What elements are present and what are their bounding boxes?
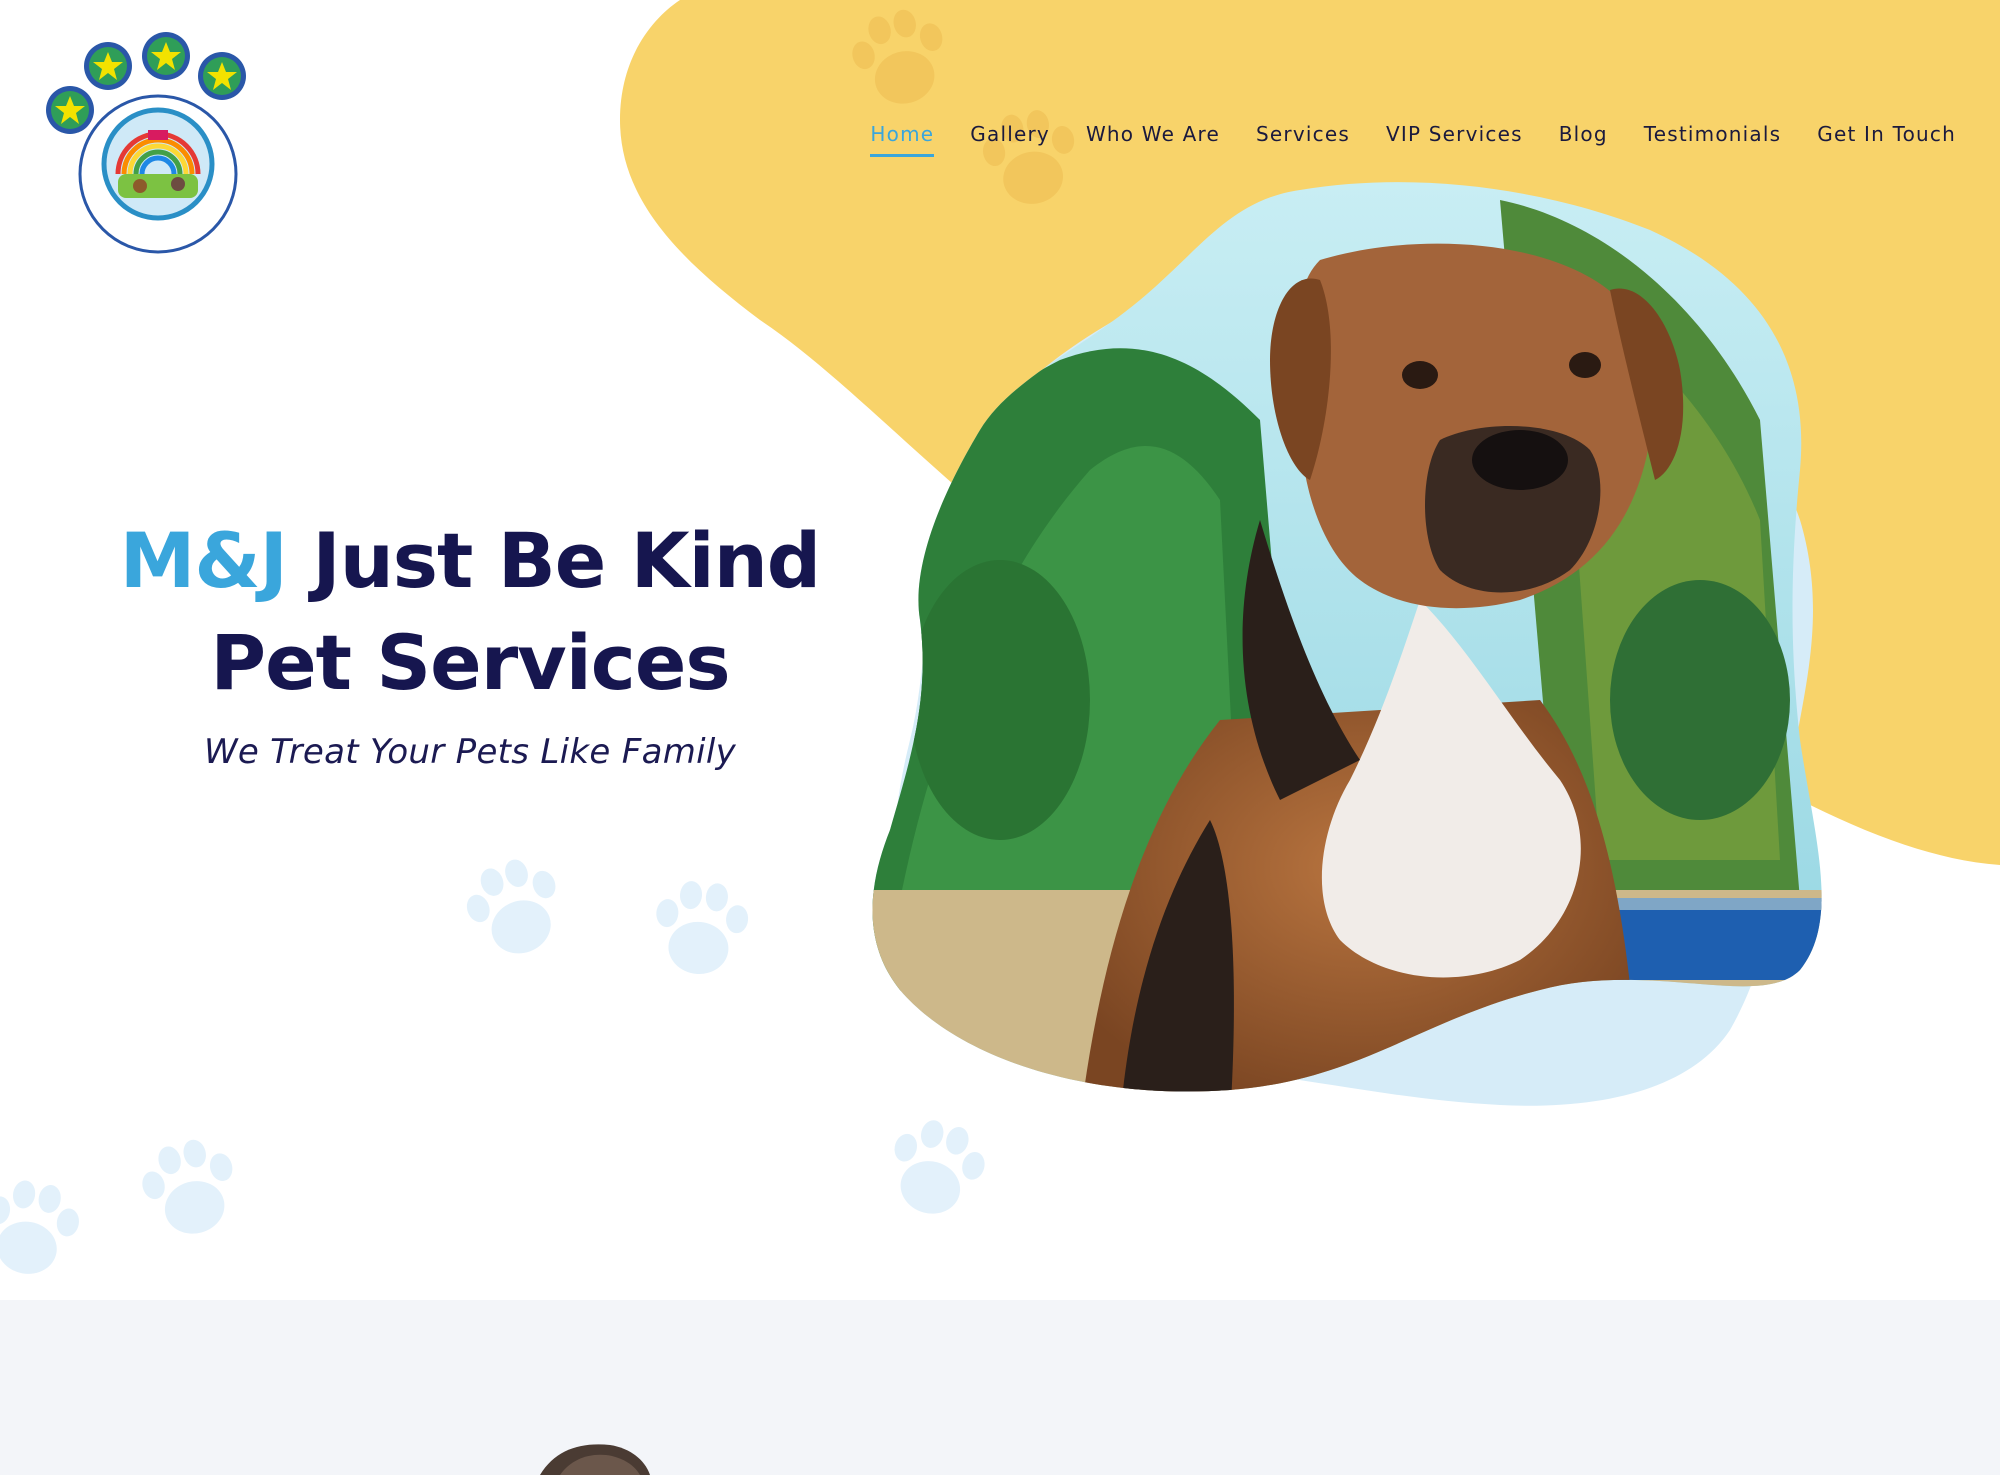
nav-gallery[interactable]: Gallery xyxy=(970,122,1050,154)
nav-home[interactable]: Home xyxy=(870,122,935,157)
brand-logo[interactable] xyxy=(40,24,255,254)
hero-title-rest: Just Be Kind xyxy=(312,516,821,605)
hero-tagline: We Treat Your Pets Like Family xyxy=(203,732,737,772)
nav-vip-services[interactable]: VIP Services xyxy=(1386,122,1523,154)
hero-title: M&J Just Be Kind xyxy=(90,510,850,612)
next-section xyxy=(0,1300,2000,1475)
nav-get-in-touch[interactable]: Get In Touch xyxy=(1817,122,1956,154)
paw-pad-badge xyxy=(78,94,238,254)
nav-blog[interactable]: Blog xyxy=(1559,122,1608,154)
paw-prints-blue xyxy=(0,848,993,1282)
main-nav: Home Gallery Who We Are Services VIP Ser… xyxy=(870,122,1956,162)
hero-headline: M&J Just Be Kind Pet Services We Treat Y… xyxy=(90,510,850,772)
nav-testimonials[interactable]: Testimonials xyxy=(1644,122,1782,154)
nav-who-we-are[interactable]: Who We Are xyxy=(1086,122,1220,154)
hero-section: Home Gallery Who We Are Services VIP Ser… xyxy=(0,0,2000,1300)
hero-title-accent: M&J xyxy=(119,516,288,605)
next-section-image-peek xyxy=(540,1444,650,1475)
hero-title-line2: Pet Services xyxy=(210,618,730,707)
nav-services[interactable]: Services xyxy=(1256,122,1350,154)
